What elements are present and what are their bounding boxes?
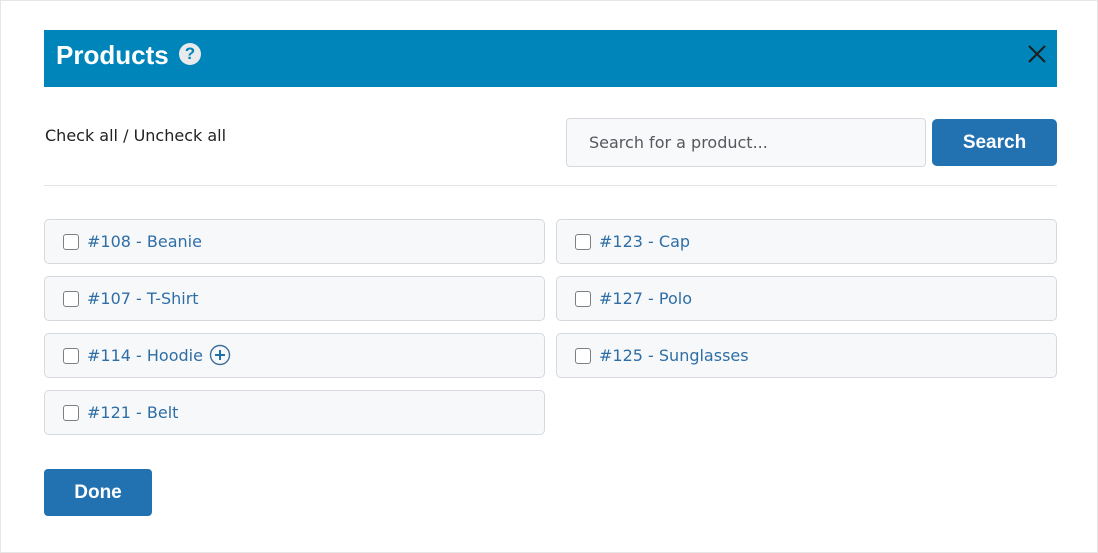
product-checkbox[interactable] bbox=[575, 348, 591, 364]
uncheck-all-link[interactable]: Uncheck all bbox=[134, 126, 226, 145]
product-checkbox[interactable] bbox=[575, 291, 591, 307]
product-item-123[interactable]: #123 - Cap bbox=[556, 219, 1057, 264]
product-label: #121 - Belt bbox=[87, 403, 179, 422]
products-modal: Products ? Check all / Uncheck all Searc… bbox=[0, 0, 1098, 553]
product-checkbox[interactable] bbox=[63, 348, 79, 364]
done-button[interactable]: Done bbox=[44, 469, 152, 516]
close-icon[interactable] bbox=[1025, 42, 1049, 66]
product-label: #114 - Hoodie bbox=[87, 346, 203, 365]
product-label: #107 - T-Shirt bbox=[87, 289, 199, 308]
product-item-125[interactable]: #125 - Sunglasses bbox=[556, 333, 1057, 378]
product-item-107[interactable]: #107 - T-Shirt bbox=[44, 276, 545, 321]
search-button[interactable]: Search bbox=[932, 119, 1057, 166]
product-item-127[interactable]: #127 - Polo bbox=[556, 276, 1057, 321]
product-checkbox[interactable] bbox=[63, 405, 79, 421]
product-label: #108 - Beanie bbox=[87, 232, 202, 251]
product-checkbox[interactable] bbox=[63, 291, 79, 307]
product-label-row: #114 - Hoodie bbox=[87, 344, 231, 366]
divider bbox=[44, 185, 1057, 186]
plus-circle-icon[interactable] bbox=[209, 344, 231, 366]
modal-header: Products ? bbox=[44, 30, 1057, 87]
search-input[interactable] bbox=[566, 118, 926, 167]
check-all-separator: / bbox=[118, 126, 134, 145]
product-item-114[interactable]: #114 - Hoodie bbox=[44, 333, 545, 378]
help-icon[interactable]: ? bbox=[179, 43, 201, 65]
check-all-link[interactable]: Check all bbox=[45, 126, 118, 145]
product-checkbox[interactable] bbox=[63, 234, 79, 250]
product-label: #125 - Sunglasses bbox=[599, 346, 749, 365]
product-item-108[interactable]: #108 - Beanie bbox=[44, 219, 545, 264]
product-label: #123 - Cap bbox=[599, 232, 691, 251]
modal-title: Products bbox=[56, 40, 169, 70]
check-all-controls: Check all / Uncheck all bbox=[45, 126, 226, 146]
product-item-121[interactable]: #121 - Belt bbox=[44, 390, 545, 435]
product-label: #127 - Polo bbox=[599, 289, 692, 308]
product-checkbox[interactable] bbox=[575, 234, 591, 250]
